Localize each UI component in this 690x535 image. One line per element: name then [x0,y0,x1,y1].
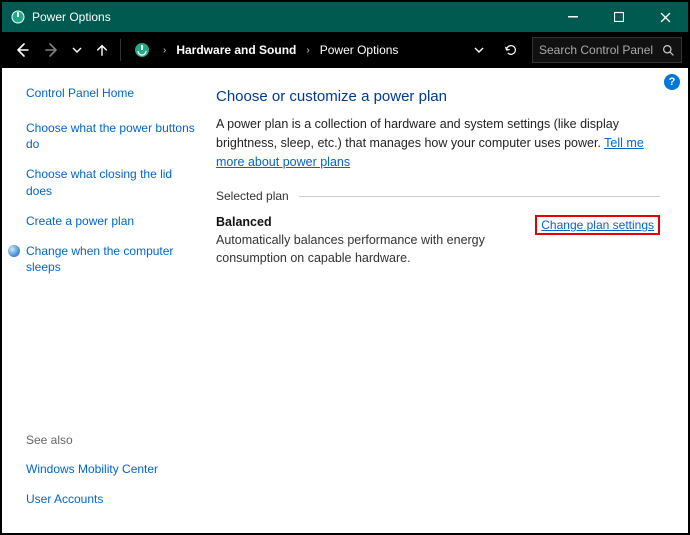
intro-text: A power plan is a collection of hardware… [216,115,660,171]
section-label: Selected plan [216,189,289,203]
active-indicator-icon [8,245,20,257]
window-title: Power Options [32,10,550,24]
chevron-right-icon: › [302,45,313,56]
plan-name: Balanced [216,215,535,229]
page-heading: Choose or customize a power plan [216,88,660,105]
power-options-icon [10,9,26,25]
location-icon [131,39,153,61]
divider [120,39,121,61]
plan-row: Balanced Automatically balances performa… [216,215,660,267]
search-placeholder: Search Control Panel [539,43,662,57]
breadcrumb-dropdown[interactable] [464,45,494,55]
sidebar-link-closing-lid[interactable]: Choose what closing the lid does [26,166,200,198]
sidebar-link-power-buttons[interactable]: Choose what the power buttons do [26,120,200,152]
maximize-button[interactable] [596,2,642,32]
main-panel: Choose or customize a power plan A power… [212,68,688,533]
navbar: › Hardware and Sound › Power Options Sea… [2,32,688,68]
recent-locations-button[interactable] [68,45,86,55]
see-also-label: See also [26,433,200,447]
sidebar-link-create-plan[interactable]: Create a power plan [26,213,200,229]
see-also-user-accounts[interactable]: User Accounts [26,491,200,507]
plan-description: Automatically balances performance with … [216,231,535,267]
spacer [26,289,200,432]
up-button[interactable] [88,36,116,64]
titlebar: Power Options [2,2,688,32]
divider [299,196,660,197]
control-panel-home-link[interactable]: Control Panel Home [26,86,200,100]
sidebar: Control Panel Home Choose what the power… [2,68,212,533]
breadcrumb-power-options[interactable]: Power Options [318,41,401,59]
content-area: ? Control Panel Home Choose what the pow… [2,68,688,533]
chevron-right-icon: › [159,45,170,56]
back-button[interactable] [8,36,36,64]
search-input[interactable]: Search Control Panel [532,37,682,63]
breadcrumb-hardware-sound[interactable]: Hardware and Sound [174,41,298,59]
refresh-button[interactable] [496,43,526,57]
minimize-button[interactable] [550,2,596,32]
search-icon [662,44,675,57]
breadcrumb[interactable]: › Hardware and Sound › Power Options [155,41,456,59]
sidebar-link-label: Change when the computer sleeps [26,243,200,275]
change-plan-settings-link[interactable]: Change plan settings [535,215,660,235]
selected-plan-section: Selected plan [216,189,660,203]
intro-body: A power plan is a collection of hardware… [216,117,619,150]
forward-button[interactable] [38,36,66,64]
close-button[interactable] [642,2,688,32]
help-icon[interactable]: ? [664,74,680,90]
sidebar-link-computer-sleeps[interactable]: Change when the computer sleeps [8,243,200,275]
see-also-mobility-center[interactable]: Windows Mobility Center [26,461,200,477]
plan-info: Balanced Automatically balances performa… [216,215,535,267]
